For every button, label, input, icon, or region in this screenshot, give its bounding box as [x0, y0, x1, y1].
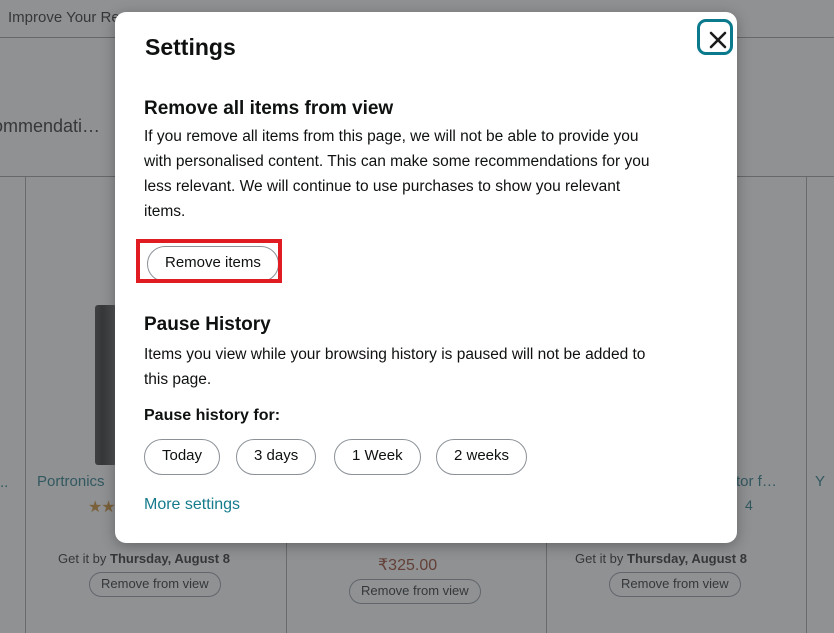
screen: Improve Your Re… recommendati… .. Portro… [0, 0, 834, 633]
pause-option-1-week[interactable]: 1 Week [334, 439, 421, 475]
pause-option-3-days[interactable]: 3 days [236, 439, 317, 475]
more-settings-link[interactable]: More settings [144, 496, 240, 514]
close-icon [709, 31, 727, 49]
pause-section-body: Items you view while your browsing histo… [144, 346, 646, 388]
remove-items-button[interactable]: Remove items [147, 246, 279, 282]
pause-section-heading: Pause History [144, 314, 271, 335]
remove-section-body: If you remove all items from this page, … [144, 128, 650, 220]
pause-option-2-weeks[interactable]: 2 weeks [436, 439, 528, 475]
dialog-title: Settings [145, 34, 236, 60]
remove-section-heading: Remove all items from view [144, 98, 394, 119]
close-button[interactable] [697, 19, 737, 61]
pause-option-today[interactable]: Today [144, 439, 221, 475]
settings-dialog: Settings Remove all items from view If y… [115, 12, 737, 543]
pause-history-for-label: Pause history for: [144, 407, 281, 424]
